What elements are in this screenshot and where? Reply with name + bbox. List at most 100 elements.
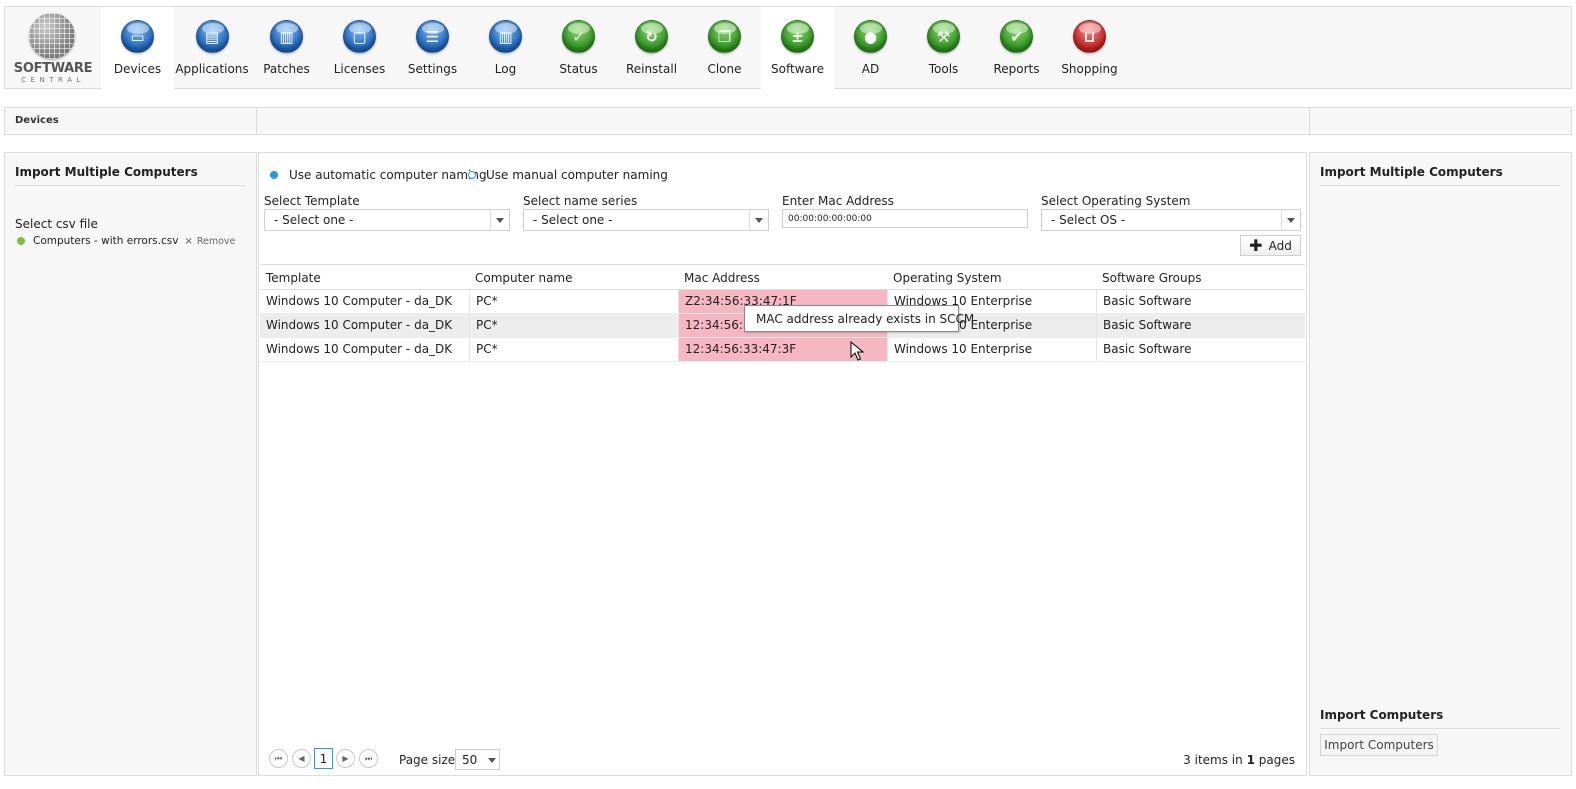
nav-label: Shopping <box>1061 62 1118 76</box>
nav-licenses[interactable]: ▢ Licenses <box>323 7 396 90</box>
template-cell: Windows 10 Computer - da_DK <box>266 294 453 308</box>
radio-unselected-icon <box>468 171 476 179</box>
template-cell: Windows 10 Computer - da_DK <box>266 318 453 332</box>
software-central-logo[interactable]: SOFTWARE CENTRAL <box>5 7 101 90</box>
shopping-cart-icon: ⊔ <box>1073 20 1106 53</box>
csv-file-item: Computers - with errors.csv × Remove <box>15 235 235 247</box>
mac-address-input[interactable] <box>782 209 1028 228</box>
nav-status[interactable]: ✓ Status <box>542 7 615 90</box>
column-header[interactable]: Template <box>260 265 469 289</box>
nav-devices[interactable]: ▭ Devices <box>101 7 174 90</box>
nav-log[interactable]: ▥ Log <box>469 7 542 90</box>
nav-label: Software <box>771 62 824 76</box>
template-select[interactable]: - Select one - <box>264 209 510 231</box>
nav-shopping[interactable]: ⊔ Shopping <box>1053 7 1126 90</box>
chevron-down-icon <box>1281 210 1300 230</box>
nav-reports[interactable]: ✔ Reports <box>980 7 1053 90</box>
nav-reinstall[interactable]: ↻ Reinstall <box>615 7 688 90</box>
nav-applications[interactable]: ▤ Applications <box>174 7 250 90</box>
nav-settings[interactable]: ☰ Settings <box>396 7 469 90</box>
os-select-value: - Select OS - <box>1051 213 1126 227</box>
software-groups-cell: Basic Software <box>1096 290 1304 313</box>
nav-clone[interactable]: ❐ Clone <box>688 7 761 90</box>
nav-label: Applications <box>175 62 249 76</box>
patches-icon: ▥ <box>270 20 303 53</box>
right-panel-title: Import Multiple Computers <box>1320 165 1503 179</box>
last-page-icon[interactable]: ⏭ <box>359 749 378 768</box>
nav-software[interactable]: ± Software <box>761 7 834 90</box>
column-header[interactable]: Software Groups <box>1096 265 1304 289</box>
column-header[interactable]: Mac Address <box>678 265 887 289</box>
page-size-value: 50 <box>462 753 478 767</box>
csv-file-label: Select csv file <box>15 217 98 231</box>
nav-label: Status <box>559 62 598 76</box>
nav-label: Tools <box>928 62 959 76</box>
auto-naming-radio[interactable]: Use automatic computer naming <box>270 168 487 182</box>
wrench-icon: ⚒ <box>927 20 960 53</box>
add-button-label: Add <box>1268 238 1292 253</box>
settings-icon: ☰ <box>416 20 449 53</box>
nav-label: Licenses <box>333 62 386 76</box>
applications-icon: ▤ <box>195 20 229 53</box>
column-header[interactable]: Operating System <box>887 265 1096 289</box>
nav-label: Settings <box>407 62 458 76</box>
divider <box>1320 728 1560 729</box>
pager: ⏮ ◀ 1 ▶ ⏭ Page size: 50 3 items in 1 pag… <box>269 748 1299 772</box>
reinstall-icon: ↻ <box>635 20 668 53</box>
computer-name-cell: PC* <box>469 290 678 313</box>
computer-name-cell: PC* <box>469 314 678 337</box>
pager-info: 3 items in 1 pages <box>1183 753 1295 767</box>
remove-icon[interactable]: × <box>184 236 192 247</box>
globe-logo-icon <box>29 13 75 59</box>
radio-selected-icon <box>270 171 278 179</box>
page-number-button[interactable]: 1 <box>314 748 333 769</box>
status-dot-icon <box>17 237 25 245</box>
nav-label: Reports <box>993 62 1040 76</box>
checkmark-icon: ✓ <box>562 20 595 53</box>
name-series-select-value: - Select one - <box>533 213 613 227</box>
next-page-icon[interactable]: ▶ <box>336 749 355 768</box>
monitor-icon: ▭ <box>121 20 154 53</box>
divider <box>15 185 245 186</box>
chevron-down-icon <box>490 210 509 230</box>
column-header[interactable]: Computer name <box>469 265 678 289</box>
software-groups-cell: Basic Software <box>1096 338 1304 361</box>
template-cell: Windows 10 Computer - da_DK <box>266 342 453 356</box>
os-select[interactable]: - Select OS - <box>1041 209 1301 231</box>
log-icon: ▥ <box>489 20 522 53</box>
nav-patches[interactable]: ▥ Patches <box>250 7 323 90</box>
pages-count: 1 <box>1246 753 1255 767</box>
csv-file-name: Computers - with errors.csv <box>33 235 179 247</box>
nav-label: Reinstall <box>625 62 678 76</box>
page-size-select[interactable]: 50 <box>455 749 500 770</box>
first-page-icon[interactable]: ⏮ <box>269 749 288 768</box>
manual-naming-radio[interactable]: Use manual computer naming <box>468 168 668 182</box>
nav-label: Log <box>494 62 517 76</box>
os-label: Select Operating System <box>1041 194 1191 208</box>
breadcrumb: Devices <box>4 107 1572 135</box>
nav-tools[interactable]: ⚒ Tools <box>907 7 980 90</box>
name-series-select[interactable]: - Select one - <box>523 209 769 231</box>
prev-page-icon[interactable]: ◀ <box>292 749 311 768</box>
pages-text: pages <box>1258 753 1295 767</box>
logo-text-primary: SOFTWARE <box>13 61 93 76</box>
table-row[interactable]: Windows 10 Computer - da_DK PC* 12:34:56… <box>260 338 1305 362</box>
logo-text-secondary: CENTRAL <box>21 76 85 84</box>
items-text: items in <box>1194 753 1243 767</box>
name-series-label: Select name series <box>523 194 638 208</box>
nav-ad[interactable]: ● AD <box>834 7 907 90</box>
remove-file-link[interactable]: Remove <box>197 236 236 247</box>
divider <box>1320 185 1560 186</box>
add-button[interactable]: ✚ Add <box>1240 235 1301 256</box>
left-panel: Import Multiple Computers Select csv fil… <box>4 152 257 776</box>
nav-label: Clone <box>707 62 742 76</box>
licenses-icon: ▢ <box>343 20 376 53</box>
clone-icon: ❐ <box>708 20 741 53</box>
chevron-down-icon <box>749 210 768 230</box>
software-groups-cell: Basic Software <box>1096 314 1304 337</box>
breadcrumb-current[interactable]: Devices <box>5 108 257 134</box>
software-icon: ± <box>781 20 814 53</box>
import-computers-button[interactable]: Import Computers <box>1320 734 1438 756</box>
template-label: Select Template <box>264 194 360 208</box>
import-computers-title: Import Computers <box>1320 708 1444 722</box>
